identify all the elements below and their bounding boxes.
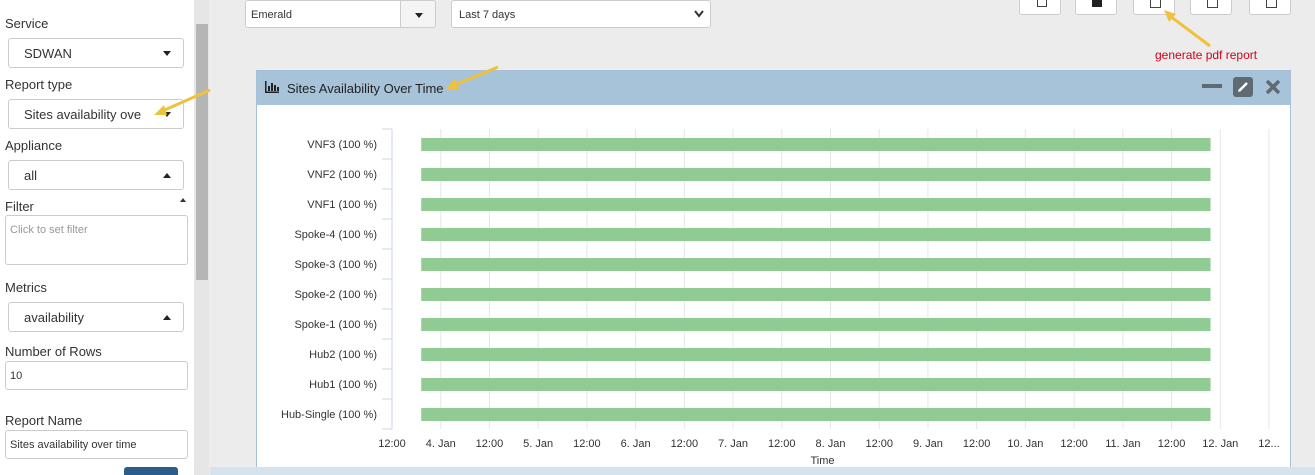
x-tick-label: 12:00 bbox=[768, 438, 796, 450]
availability-bar bbox=[421, 138, 1211, 151]
service-select[interactable]: SDWAN bbox=[8, 38, 184, 68]
x-tick-label: 12:00 bbox=[378, 438, 406, 450]
metrics-value: availability bbox=[24, 310, 84, 325]
category-label: Hub2 (100 %) bbox=[309, 349, 377, 361]
x-tick-label: 6. Jan bbox=[621, 438, 651, 450]
appliance-select[interactable]: all bbox=[8, 160, 184, 190]
time-range-select[interactable]: Last 7 days bbox=[451, 0, 711, 28]
collapse-chevron-icon[interactable] bbox=[180, 198, 186, 202]
report-name-value: Sites availability over time bbox=[10, 439, 137, 451]
category-label: VNF1 (100 %) bbox=[307, 199, 377, 211]
minimize-icon[interactable] bbox=[1202, 84, 1222, 88]
pencil-icon bbox=[1238, 82, 1248, 92]
x-tick-label: 12:00 bbox=[476, 438, 504, 450]
availability-bar bbox=[421, 168, 1211, 181]
edit-button[interactable] bbox=[1233, 77, 1253, 97]
print-icon bbox=[1037, 0, 1047, 7]
category-label: Spoke-2 (100 %) bbox=[294, 289, 377, 301]
x-tick-label: 12:00 bbox=[1158, 438, 1186, 450]
annotation-arrow bbox=[154, 88, 211, 115]
chart-panel: Sites Availability Over Time 12:00 4. Jan… bbox=[256, 70, 1291, 475]
report-type-label: Report type bbox=[5, 77, 73, 92]
metrics-select[interactable]: availability bbox=[8, 302, 184, 332]
x-tick-label: 12:00 bbox=[573, 438, 601, 450]
category-label: VNF2 (100 %) bbox=[307, 169, 377, 181]
category-label: Spoke-3 (100 %) bbox=[294, 259, 377, 271]
category-label: Hub1 (100 %) bbox=[309, 379, 377, 391]
metrics-label: Metrics bbox=[5, 280, 47, 295]
disk-icon bbox=[1266, 0, 1277, 8]
close-icon[interactable] bbox=[1265, 79, 1281, 95]
x-tick-label: 8. Jan bbox=[816, 438, 846, 450]
availability-bar bbox=[421, 198, 1211, 211]
filter-label: Filter bbox=[5, 199, 34, 214]
availability-chart: 12:00 4. Jan 12:00 5. Jan 12:00 6. Jan 12:00 7.… bbox=[281, 128, 1280, 467]
export-csv-button[interactable] bbox=[1249, 0, 1291, 15]
category-label: Spoke-4 (100 %) bbox=[294, 229, 377, 241]
x-tick-label: 9. Jan bbox=[913, 438, 943, 450]
availability-bar bbox=[421, 318, 1211, 331]
annotation-arrow bbox=[1164, 10, 1211, 48]
submit-button[interactable] bbox=[124, 467, 178, 475]
tenant-dropdown-button[interactable] bbox=[400, 0, 436, 28]
floppy-icon bbox=[1092, 0, 1102, 7]
x-axis-title: Time bbox=[810, 455, 834, 467]
report-type-value: Sites availability ove bbox=[24, 107, 142, 122]
annotation-arrow bbox=[445, 65, 499, 90]
filter-field[interactable]: Click to set filter bbox=[5, 215, 188, 265]
time-range-value: Last 7 days bbox=[459, 9, 516, 21]
availability-bar bbox=[421, 378, 1211, 391]
chevron-down-icon bbox=[163, 51, 171, 56]
filter-placeholder: Click to set filter bbox=[10, 224, 88, 236]
x-tick-label: 12. Jan bbox=[1202, 438, 1238, 450]
x-tick-label: 5. Jan bbox=[523, 438, 553, 450]
annotation-text: generate pdf report bbox=[1155, 48, 1258, 62]
x-tick-label: 12:00 bbox=[671, 438, 699, 450]
category-label: VNF3 (100 %) bbox=[307, 139, 377, 151]
availability-bar bbox=[421, 228, 1211, 241]
report-name-field[interactable]: Sites availability over time bbox=[5, 430, 188, 459]
chevron-up-icon bbox=[163, 173, 171, 178]
chevron-down-icon bbox=[415, 13, 423, 18]
print-button[interactable] bbox=[1019, 0, 1061, 15]
rows-field[interactable]: 10 bbox=[5, 361, 188, 390]
x-tick-label: 7. Jan bbox=[718, 438, 748, 450]
rows-label: Number of Rows bbox=[5, 344, 102, 359]
save-button[interactable] bbox=[1075, 0, 1117, 15]
x-tick-label: 12... bbox=[1258, 438, 1279, 450]
x-tick-label: 4. Jan bbox=[426, 438, 456, 450]
appliance-label: Appliance bbox=[5, 138, 63, 153]
availability-bar bbox=[421, 258, 1211, 271]
rows-value: 10 bbox=[10, 370, 23, 382]
service-value: SDWAN bbox=[24, 46, 72, 61]
report-name-label: Report Name bbox=[5, 413, 83, 428]
category-label: Spoke-1 (100 %) bbox=[294, 319, 377, 331]
bar-chart-icon bbox=[265, 81, 279, 93]
panel-header: Sites Availability Over Time bbox=[257, 71, 1290, 105]
chevron-down-icon bbox=[694, 10, 704, 18]
x-tick-label: 12:00 bbox=[865, 438, 893, 450]
x-tick-label: 12:00 bbox=[1060, 438, 1088, 450]
service-label: Service bbox=[5, 16, 49, 31]
x-tick-label: 11. Jan bbox=[1105, 438, 1140, 450]
scrollbar-thumb[interactable] bbox=[196, 24, 208, 280]
tenant-select[interactable]: Emerald bbox=[245, 0, 401, 28]
availability-bar bbox=[421, 408, 1211, 421]
category-label: Hub-Single (100 %) bbox=[281, 409, 377, 421]
chevron-up-icon bbox=[163, 315, 171, 320]
appliance-value: all bbox=[24, 168, 38, 183]
tenant-value: Emerald bbox=[251, 9, 292, 21]
page-footer bbox=[210, 467, 1315, 475]
x-tick-label: 12:00 bbox=[963, 438, 991, 450]
panel-title: Sites Availability Over Time bbox=[287, 81, 444, 96]
availability-bar bbox=[421, 348, 1211, 361]
report-settings-sidebar: Service SDWAN Report type Sites availabi… bbox=[0, 0, 194, 475]
availability-bar bbox=[421, 288, 1211, 301]
x-tick-label: 10. Jan bbox=[1007, 438, 1043, 450]
